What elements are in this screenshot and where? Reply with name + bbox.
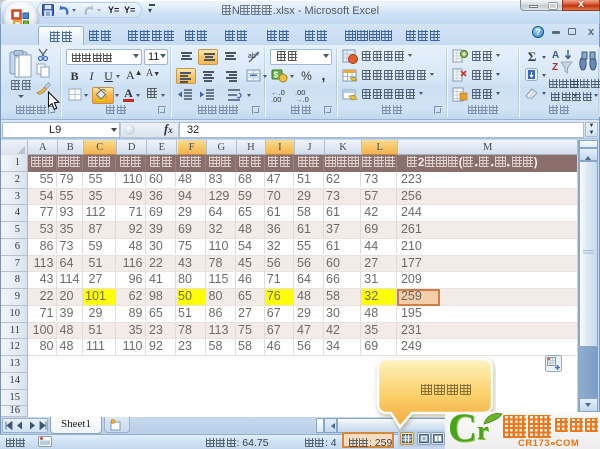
svg-text:$: $ <box>274 71 279 80</box>
svg-text:Z: Z <box>552 62 558 73</box>
svg-text:ab: ab <box>248 53 256 60</box>
svg-text:A: A <box>552 50 559 61</box>
